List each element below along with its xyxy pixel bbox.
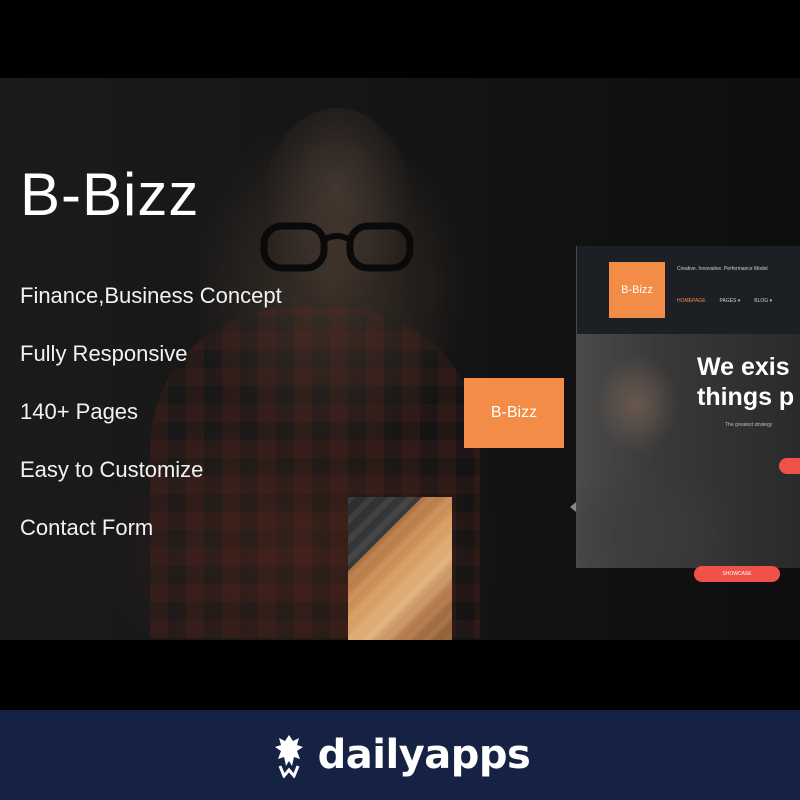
wood-texture-image xyxy=(348,497,452,640)
product-title: B-Bizz xyxy=(20,161,200,228)
background-person-head xyxy=(262,108,412,308)
feature-item: Easy to Customize xyxy=(20,457,204,482)
feature-item: Contact Form xyxy=(20,515,154,540)
preview-nav-item: PAGES ▾ xyxy=(719,298,741,304)
feature-item: 140+ Pages xyxy=(20,399,139,424)
preview-nav-item: HOMEPAGE xyxy=(677,298,706,304)
website-preview: B-Bizz Creative. Innovative. Performance… xyxy=(576,246,800,568)
preview-tagline: Creative. Innovative. Performance Model xyxy=(677,266,768,272)
brand-badge: B-Bizz xyxy=(464,378,564,448)
wood-grain xyxy=(348,497,452,640)
background-glasses xyxy=(260,222,414,272)
footer-brand-name: dailyapps xyxy=(317,732,531,778)
preview-cta-pill xyxy=(779,458,800,474)
preview-headline: We exis things p xyxy=(697,352,794,412)
preview-subtext: The greatest strategy xyxy=(725,422,773,428)
preview-nav: HOMEPAGE PAGES ▾ BLOG ▾ xyxy=(677,298,772,304)
preview-headline-line: things p xyxy=(697,383,795,411)
preview-headline-line: We exis xyxy=(697,353,790,381)
feature-list: Finance,Business Concept Fully Responsiv… xyxy=(20,282,282,572)
footer-bar: dailyapps xyxy=(0,710,800,800)
feature-item: Fully Responsive xyxy=(20,341,188,366)
top-letterbox xyxy=(0,0,800,78)
preview-logo: B-Bizz xyxy=(609,262,665,318)
dailyapps-logo-icon xyxy=(274,735,303,778)
preview-nav-item: BLOG ▾ xyxy=(754,298,773,304)
bottom-letterbox xyxy=(0,640,800,710)
preview-showcase-button: SHOWCASE xyxy=(694,566,780,582)
feature-item: Finance,Business Concept xyxy=(20,283,282,308)
